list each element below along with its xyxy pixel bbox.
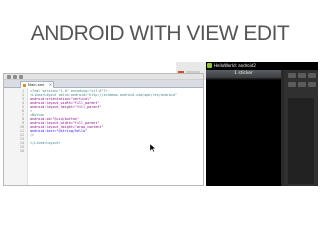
code-line: android:text="@string/hello": [30, 129, 88, 133]
emulator-control-button[interactable]: [298, 82, 306, 87]
status-bar-title: HelloWorld: android2: [214, 63, 256, 68]
app-title: 1 sticker: [234, 71, 253, 76]
toolbar-icon[interactable]: [19, 75, 23, 79]
editor-tab-label: Main.xml: [28, 83, 45, 87]
line-number-gutter: 1 2 3 4 5 6 7 8 9 10 11 12 13 14 15 16: [4, 88, 28, 185]
editor-tab-bar: Main.xml ×: [4, 80, 203, 88]
emulator-controls-panel: [284, 70, 318, 186]
emulator-control-button[interactable]: [288, 82, 296, 87]
code-line: />: [30, 133, 35, 137]
code-text-area[interactable]: <?xml version="1.0" encoding="utf-8"?> <…: [30, 88, 202, 185]
code-editor-window: Main.xml × 1 2 3 4 5 6 7 8 9 10 11 12 13…: [3, 73, 204, 186]
toolbar-icon[interactable]: [7, 75, 11, 79]
toolbar-icon[interactable]: [13, 75, 17, 79]
emulator-control-button[interactable]: [288, 73, 296, 78]
status-bar: HelloWorld: android2: [206, 62, 318, 78]
xml-file-icon: [23, 83, 26, 87]
emulator-control-button[interactable]: [298, 73, 306, 78]
emulator-control-button[interactable]: [308, 82, 316, 87]
status-icons: [295, 63, 316, 78]
emulator-keypad-area: [288, 98, 314, 184]
android-app-icon: [207, 63, 212, 68]
mouse-cursor-icon: [150, 144, 156, 152]
code-line: android:layout_height="fill_parent": [30, 105, 102, 109]
editor-tab-main-xml[interactable]: Main.xml ×: [20, 81, 54, 88]
line-number: 16: [19, 149, 24, 153]
app-screen[interactable]: [206, 80, 281, 186]
slide-title: ANDROID WITH VIEW EDIT: [30, 22, 290, 45]
code-line: </LinearLayout>: [30, 141, 61, 145]
emulator-control-button[interactable]: [308, 73, 316, 78]
android-emulator: HelloWorld: android2 1 sticker: [206, 62, 318, 186]
app-title-bar: 1 sticker: [206, 70, 281, 79]
